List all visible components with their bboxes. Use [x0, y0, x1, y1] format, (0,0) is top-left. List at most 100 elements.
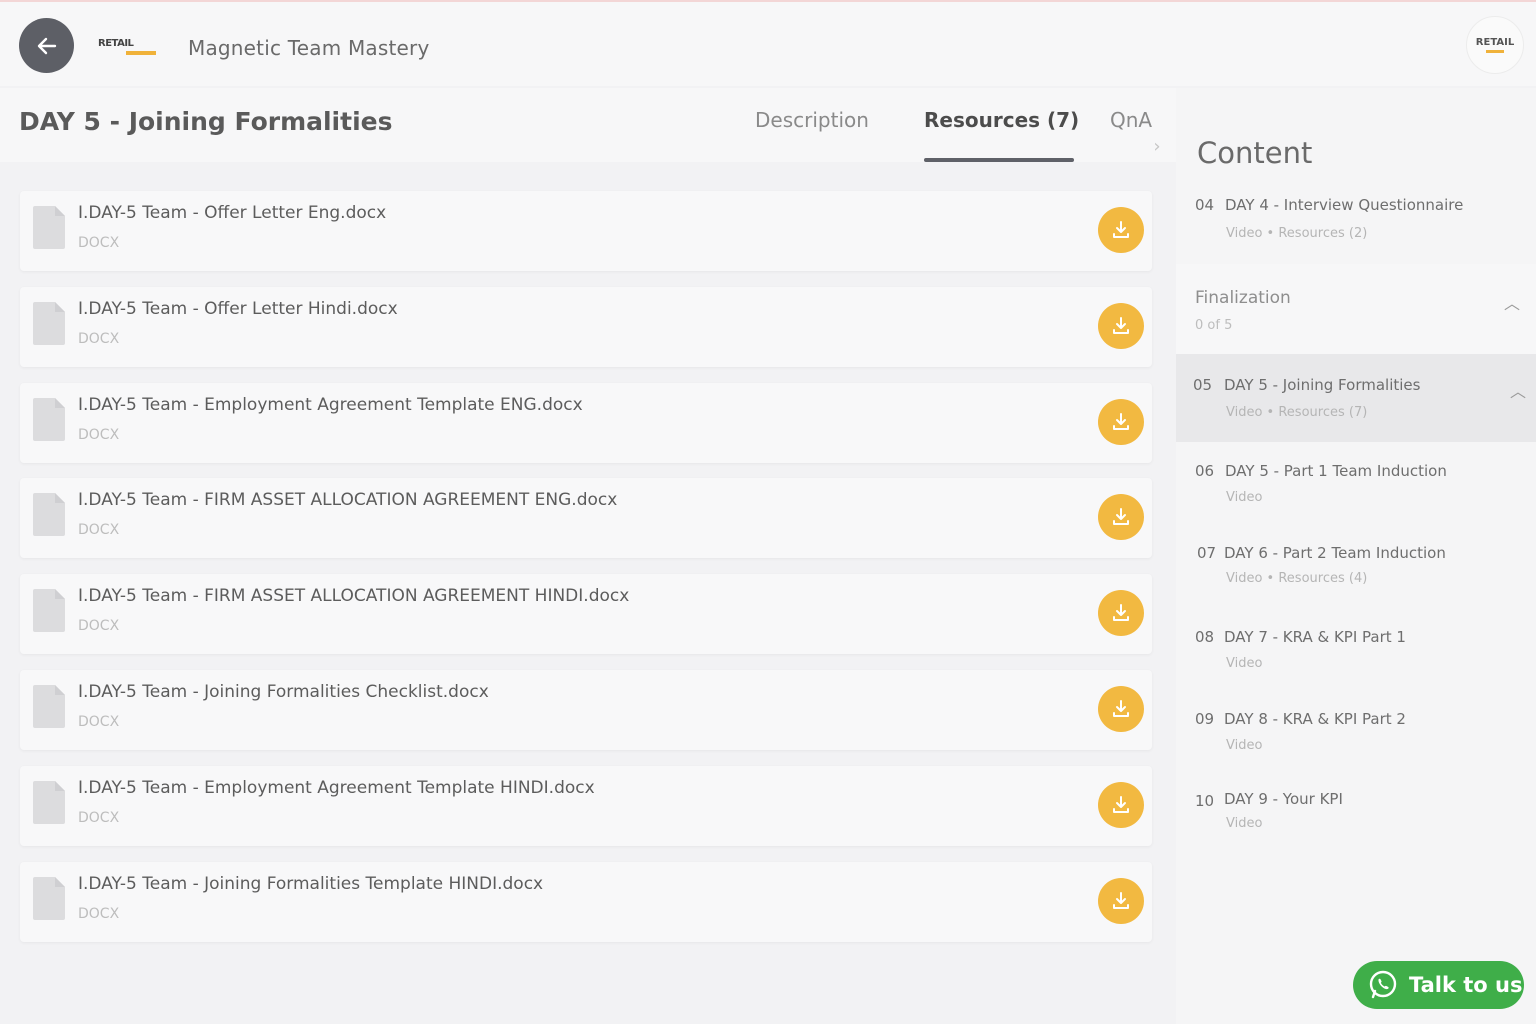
download-icon	[1113, 317, 1129, 334]
download-icon	[1113, 508, 1129, 525]
resource-type: DOCX	[78, 618, 120, 634]
resource-row: I.DAY-5 Team - Joining Formalities Check…	[20, 670, 1152, 750]
file-icon	[33, 302, 65, 345]
item-meta: Video • Resources (4)	[1226, 571, 1368, 586]
sidebar-item-day-7[interactable]: 08 DAY 7 - KRA & KPI Part 1 Video	[1176, 606, 1536, 688]
file-icon	[33, 493, 65, 536]
brand-logo-stripe	[126, 51, 156, 55]
talk-to-us-button[interactable]: Talk to us	[1353, 961, 1524, 1009]
resource-row: I.DAY-5 Team - Offer Letter Eng.docx DOC…	[20, 191, 1152, 271]
download-icon	[1113, 604, 1129, 621]
resource-name: I.DAY-5 Team - Joining Formalities Check…	[78, 682, 489, 702]
item-number: 07	[1197, 544, 1217, 562]
item-number: 06	[1195, 462, 1215, 480]
back-button[interactable]	[19, 18, 74, 73]
resource-name: I.DAY-5 Team - Employment Agreement Temp…	[78, 395, 583, 415]
content-sidebar: Content 04 DAY 4 - Interview Questionnai…	[1176, 88, 1536, 1024]
item-number: 09	[1195, 710, 1215, 728]
item-meta: Video	[1226, 490, 1263, 505]
resource-row: I.DAY-5 Team - Employment Agreement Temp…	[20, 383, 1152, 463]
resource-name: I.DAY-5 Team - Joining Formalities Templ…	[78, 874, 544, 894]
file-icon	[33, 589, 65, 632]
section-progress: 0 of 5	[1195, 318, 1233, 333]
top-header: RETAIL Magnetic Team Mastery RETAIL	[0, 0, 1536, 86]
item-title: DAY 8 - KRA & KPI Part 2	[1224, 710, 1406, 728]
item-number: 10	[1195, 792, 1215, 810]
resource-name: I.DAY-5 Team - FIRM ASSET ALLOCATION AGR…	[78, 586, 630, 606]
whatsapp-icon	[1369, 970, 1397, 999]
download-icon	[1113, 892, 1129, 909]
avatar-logo-text: RETAIL	[1475, 37, 1515, 48]
section-header-finalization[interactable]: Finalization 0 of 5 ︿	[1176, 264, 1536, 354]
content-heading: Content	[1197, 136, 1313, 170]
item-meta: Video	[1226, 656, 1263, 671]
resource-type: DOCX	[78, 331, 120, 347]
item-number: 04	[1195, 196, 1215, 214]
sidebar-item-day-9[interactable]: 10 DAY 9 - Your KPI Video	[1176, 770, 1536, 850]
chevron-up-icon[interactable]: ︿	[1504, 290, 1520, 314]
download-icon	[1113, 796, 1129, 813]
resource-type: DOCX	[78, 906, 120, 922]
download-button[interactable]	[1098, 878, 1144, 924]
arrow-left-icon	[37, 37, 56, 54]
file-icon	[33, 398, 65, 441]
file-icon	[33, 685, 65, 728]
resource-row: I.DAY-5 Team - Employment Agreement Temp…	[20, 766, 1152, 846]
download-icon	[1113, 221, 1129, 238]
item-number: 08	[1195, 628, 1215, 646]
section-title: Finalization	[1195, 288, 1291, 308]
sidebar-item-day-8[interactable]: 09 DAY 8 - KRA & KPI Part 2 Video	[1176, 688, 1536, 770]
resource-row: I.DAY-5 Team - FIRM ASSET ALLOCATION AGR…	[20, 478, 1152, 558]
file-icon	[33, 877, 65, 920]
download-button[interactable]	[1098, 494, 1144, 540]
brand-logo-text: RETAIL	[98, 38, 134, 49]
resource-name: I.DAY-5 Team - Offer Letter Eng.docx	[78, 203, 387, 223]
resource-row: I.DAY-5 Team - Joining Formalities Templ…	[20, 862, 1152, 942]
sidebar-item-day-4[interactable]: 04 DAY 4 - Interview Questionnaire Video…	[1176, 184, 1536, 264]
download-button[interactable]	[1098, 590, 1144, 636]
resource-name: I.DAY-5 Team - Offer Letter Hindi.docx	[78, 299, 398, 319]
resource-type: DOCX	[78, 810, 120, 826]
item-meta: Video	[1226, 816, 1263, 831]
download-icon	[1113, 413, 1129, 430]
item-number: 05	[1193, 376, 1213, 394]
lesson-bar: DAY 5 - Joining Formalities Description …	[0, 88, 1176, 162]
download-icon	[1113, 700, 1129, 717]
avatar[interactable]: RETAIL	[1466, 16, 1524, 74]
sidebar-item-day-5[interactable]: 05 DAY 5 - Joining Formalities Video • R…	[1176, 354, 1536, 442]
chevron-right-icon[interactable]: ›	[1146, 136, 1168, 158]
download-button[interactable]	[1098, 686, 1144, 732]
talk-to-us-label: Talk to us	[1409, 973, 1523, 997]
resource-type: DOCX	[78, 522, 120, 538]
item-meta: Video	[1226, 738, 1263, 753]
item-title: DAY 7 - KRA & KPI Part 1	[1224, 628, 1406, 646]
tab-qna[interactable]: QnA	[1110, 108, 1154, 132]
file-icon	[33, 206, 65, 249]
download-button[interactable]	[1098, 207, 1144, 253]
resource-row: I.DAY-5 Team - Offer Letter Hindi.docx D…	[20, 287, 1152, 367]
tab-description[interactable]: Description	[755, 108, 869, 132]
brand-logo: RETAIL	[98, 38, 160, 60]
tab-resources[interactable]: Resources (7)	[924, 108, 1079, 132]
item-title: DAY 6 - Part 2 Team Induction	[1224, 544, 1446, 562]
item-title: DAY 9 - Your KPI	[1224, 790, 1343, 808]
item-meta: Video • Resources (7)	[1226, 405, 1368, 420]
active-tab-indicator	[924, 158, 1074, 162]
sidebar-item-day-5-part-1[interactable]: 06 DAY 5 - Part 1 Team Induction Video	[1176, 442, 1536, 524]
file-icon	[33, 781, 65, 824]
course-title: Magnetic Team Mastery	[188, 36, 430, 60]
chevron-up-icon[interactable]: ︿	[1510, 378, 1526, 402]
item-title: DAY 5 - Part 1 Team Induction	[1225, 462, 1447, 480]
resource-type: DOCX	[78, 235, 120, 251]
download-button[interactable]	[1098, 303, 1144, 349]
item-title: DAY 4 - Interview Questionnaire	[1225, 196, 1464, 214]
resource-row: I.DAY-5 Team - FIRM ASSET ALLOCATION AGR…	[20, 574, 1152, 654]
item-title: DAY 5 - Joining Formalities	[1224, 376, 1421, 394]
resource-type: DOCX	[78, 714, 120, 730]
resource-name: I.DAY-5 Team - Employment Agreement Temp…	[78, 778, 595, 798]
resource-name: I.DAY-5 Team - FIRM ASSET ALLOCATION AGR…	[78, 490, 618, 510]
download-button[interactable]	[1098, 782, 1144, 828]
resource-type: DOCX	[78, 427, 120, 443]
sidebar-item-day-6[interactable]: 07 DAY 6 - Part 2 Team Induction Video •…	[1176, 524, 1536, 606]
download-button[interactable]	[1098, 399, 1144, 445]
